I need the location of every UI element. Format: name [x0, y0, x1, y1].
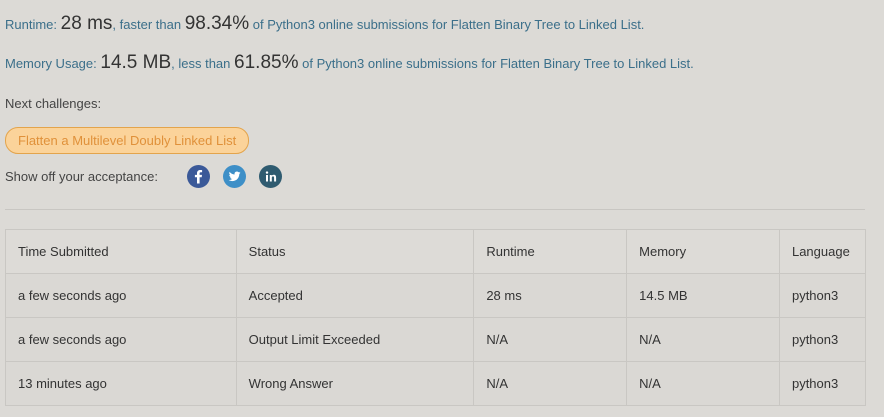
status-link[interactable]: Accepted: [235, 273, 475, 318]
memory-summary: Memory Usage: 14.5 MB, less than 61.85% …: [5, 52, 694, 74]
table-header-row: Time Submitted Status Runtime Memory Lan…: [5, 229, 867, 274]
next-challenge-button[interactable]: Flatten a Multilevel Doubly Linked List: [5, 127, 250, 154]
section-divider: [5, 209, 865, 210]
language-cell: python3: [778, 361, 867, 406]
memory-cell: N/A: [626, 361, 780, 406]
header-status[interactable]: Status: [235, 229, 475, 274]
twitter-icon[interactable]: [223, 165, 246, 188]
runtime-cell: N/A: [473, 361, 628, 406]
memory-percent: 61.85%: [234, 52, 299, 73]
memory-value: 14.5 MB: [100, 52, 172, 73]
runtime-summary: Runtime: 28 ms, faster than 98.34% of Py…: [5, 13, 644, 35]
header-runtime[interactable]: Runtime: [473, 229, 628, 274]
table-row: a few seconds ago Output Limit Exceeded …: [5, 317, 867, 362]
time-submitted-cell: a few seconds ago: [5, 317, 237, 362]
time-submitted-cell: 13 minutes ago: [5, 361, 237, 406]
header-time-submitted[interactable]: Time Submitted: [5, 229, 237, 274]
next-challenges-label: Next challenges:: [5, 96, 102, 111]
status-link[interactable]: Output Limit Exceeded: [235, 317, 475, 362]
table-row: a few seconds ago Accepted 28 ms 14.5 MB…: [5, 273, 867, 318]
memory-mid: , less than: [171, 56, 231, 71]
runtime-cell: 28 ms: [473, 273, 628, 318]
runtime-percent: 98.34%: [184, 13, 250, 34]
linkedin-icon[interactable]: [259, 165, 282, 188]
header-language[interactable]: Language: [778, 229, 867, 274]
memory-cell: N/A: [626, 317, 780, 362]
status-link[interactable]: Wrong Answer: [235, 361, 475, 406]
time-submitted-cell: a few seconds ago: [5, 273, 237, 318]
facebook-icon[interactable]: [187, 165, 210, 188]
memory-cell: 14.5 MB: [626, 273, 780, 318]
runtime-suffix: of Python3 online submissions for Flatte…: [252, 17, 645, 32]
share-label: Show off your acceptance:: [5, 169, 158, 184]
runtime-cell: N/A: [473, 317, 628, 362]
memory-suffix: of Python3 online submissions for Flatte…: [302, 56, 694, 71]
runtime-value: 28 ms: [60, 13, 113, 34]
runtime-label: Runtime:: [5, 17, 58, 32]
language-cell: python3: [778, 273, 867, 318]
submissions-table: Time Submitted Status Runtime Memory Lan…: [5, 229, 867, 406]
table-row: 13 minutes ago Wrong Answer N/A N/A pyth…: [5, 361, 867, 406]
language-cell: python3: [778, 317, 867, 362]
memory-label: Memory Usage:: [5, 56, 97, 71]
runtime-mid: , faster than: [112, 17, 182, 32]
header-memory[interactable]: Memory: [626, 229, 780, 274]
